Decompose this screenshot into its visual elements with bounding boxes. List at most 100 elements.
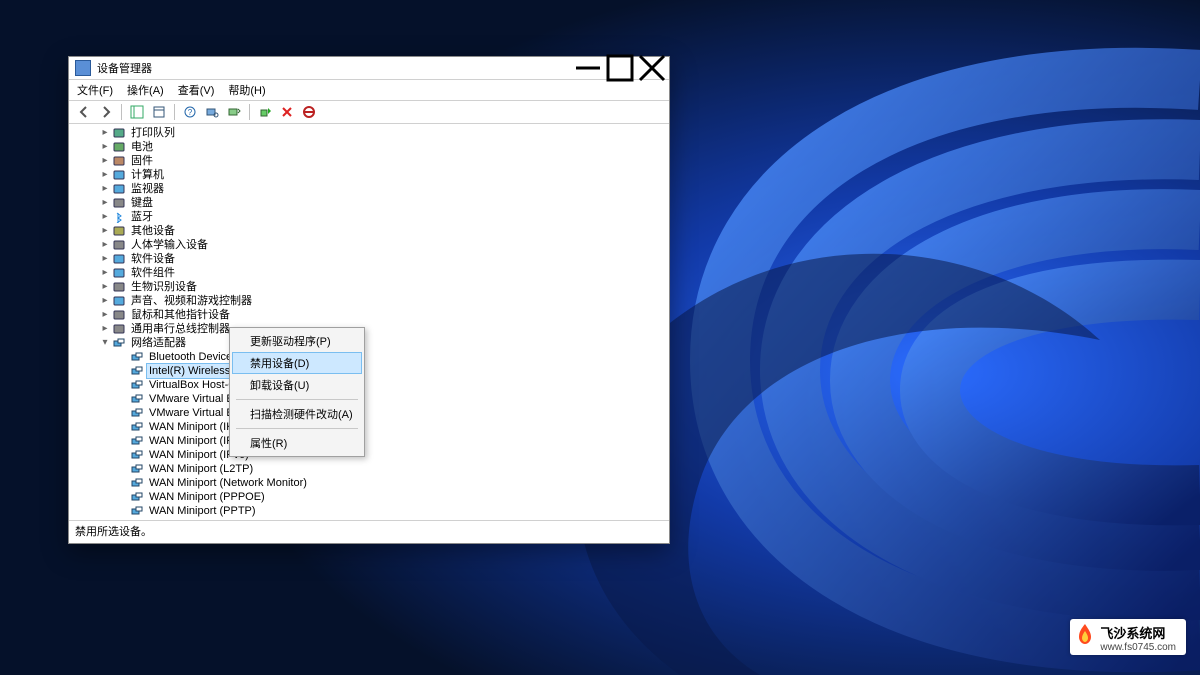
tree-label[interactable]: WAN Miniport (IP) — [147, 434, 239, 448]
net-icon — [130, 407, 144, 419]
titlebar[interactable]: 设备管理器 — [69, 57, 669, 80]
tree-node[interactable]: ▸ 通用串行总线控制器 — [73, 322, 669, 336]
help-button[interactable]: ? — [181, 103, 199, 121]
menu-view[interactable]: 查看(V) — [178, 82, 215, 98]
tree-node[interactable]: ▸ 软件组件 — [73, 266, 669, 280]
expand-toggle[interactable]: ▸ — [99, 266, 111, 280]
ctx-uninstall-device[interactable]: 卸载设备(U) — [232, 374, 362, 396]
menu-help[interactable]: 帮助(H) — [228, 82, 265, 98]
expand-toggle[interactable]: ▸ — [99, 238, 111, 252]
tree-label[interactable]: 生物识别设备 — [129, 280, 199, 294]
menu-action[interactable]: 操作(A) — [127, 82, 164, 98]
expand-toggle[interactable]: ▸ — [99, 140, 111, 154]
tree-node[interactable]: WAN Miniport (IPv6) — [73, 448, 669, 462]
scan-hardware-button[interactable] — [203, 103, 221, 121]
svg-text:?: ? — [188, 108, 193, 117]
tree-label[interactable]: 键盘 — [129, 196, 155, 210]
tree-label[interactable]: 监视器 — [129, 182, 166, 196]
tree-label[interactable]: 电池 — [129, 140, 155, 154]
tree-label[interactable]: 计算机 — [129, 168, 166, 182]
net-icon — [130, 449, 144, 461]
tree-label[interactable]: WAN Miniport (PPTP) — [147, 504, 258, 518]
expand-toggle[interactable]: ▸ — [99, 294, 111, 308]
tree-label[interactable]: 软件组件 — [129, 266, 177, 280]
tree-node[interactable]: VMware Virtual Ethernet Adap — [73, 392, 669, 406]
tree-label[interactable]: 通用串行总线控制器 — [129, 322, 232, 336]
expand-toggle[interactable]: ▸ — [99, 210, 111, 224]
tree-node[interactable]: ▸ 鼠标和其他指针设备 — [73, 308, 669, 322]
tree-node[interactable]: ▸ 软件设备 — [73, 252, 669, 266]
tree-node[interactable]: ▸ 其他设备 — [73, 224, 669, 238]
expand-toggle[interactable]: ▸ — [99, 252, 111, 266]
tree-node[interactable]: WAN Miniport (PPTP) — [73, 504, 669, 518]
properties-button[interactable] — [150, 103, 168, 121]
app-icon — [75, 60, 91, 76]
ctx-properties[interactable]: 属性(R) — [232, 432, 362, 454]
tree-node[interactable]: ▸ 生物识别设备 — [73, 280, 669, 294]
tree-node[interactable]: Bluetooth Device (Personal Area Network) — [73, 350, 669, 364]
device-tree[interactable]: ▸ 打印队列 ▸ 电池 ▸ 固件 ▸ 计算机 ▸ 监视器 ▸ 键盘 ▸ 蓝牙 ▸ 其他设备 ▸ 人体学输入设备 ▸ 软… — [69, 124, 669, 533]
expand-toggle[interactable]: ▸ — [99, 126, 111, 140]
tree-node[interactable]: WAN Miniport (PPPOE) — [73, 490, 669, 504]
show-hide-tree-button[interactable] — [128, 103, 146, 121]
back-button[interactable] — [75, 103, 93, 121]
tree-label[interactable]: 声音、视频和游戏控制器 — [129, 294, 254, 308]
tree-node[interactable]: VMware Virtual Ethernet Adap — [73, 406, 669, 420]
tree-label[interactable]: 蓝牙 — [129, 210, 155, 224]
uninstall-device-button[interactable] — [300, 103, 318, 121]
expand-toggle[interactable]: ▸ — [99, 182, 111, 196]
tree-node[interactable]: ▸ 计算机 — [73, 168, 669, 182]
tree-node[interactable]: ▸ 蓝牙 — [73, 210, 669, 224]
expand-toggle[interactable]: ▸ — [99, 168, 111, 182]
ctx-separator — [236, 399, 358, 400]
forward-button[interactable] — [97, 103, 115, 121]
maximize-button[interactable] — [605, 59, 635, 77]
desktop: 设备管理器 文件(F) 操作(A) 查看(V) 帮助(H) ? ▸ — [0, 0, 1200, 675]
tree-label[interactable]: 其他设备 — [129, 224, 177, 238]
context-menu: 更新驱动程序(P) 禁用设备(D) 卸载设备(U) 扫描检测硬件改动(A) 属性… — [229, 327, 365, 457]
tree-node[interactable]: ▸ 固件 — [73, 154, 669, 168]
tree-label[interactable]: 打印队列 — [129, 126, 177, 140]
tree-node[interactable]: ▸ 声音、视频和游戏控制器 — [73, 294, 669, 308]
tree-label[interactable]: 网络适配器 — [129, 336, 188, 350]
ctx-disable-device[interactable]: 禁用设备(D) — [232, 352, 362, 374]
tree-node[interactable]: ▸ 打印队列 — [73, 126, 669, 140]
net-icon — [130, 505, 144, 517]
expand-toggle[interactable]: ▸ — [99, 322, 111, 336]
menu-file[interactable]: 文件(F) — [77, 82, 113, 98]
tree-label[interactable]: WAN Miniport (L2TP) — [147, 462, 255, 476]
expand-toggle[interactable]: ▸ — [99, 280, 111, 294]
tree-node[interactable]: ▸ 电池 — [73, 140, 669, 154]
soft-icon — [112, 253, 126, 265]
tree-label[interactable]: 鼠标和其他指针设备 — [129, 308, 232, 322]
tree-label[interactable]: 软件设备 — [129, 252, 177, 266]
tree-node[interactable]: ▸ 监视器 — [73, 182, 669, 196]
tree-node[interactable]: WAN Miniport (IKEv2) — [73, 420, 669, 434]
tree-node[interactable]: WAN Miniport (Network Monitor) — [73, 476, 669, 490]
enable-device-button[interactable] — [256, 103, 274, 121]
ctx-scan-hardware[interactable]: 扫描检测硬件改动(A) — [232, 403, 362, 425]
tree-node[interactable]: ▾ 网络适配器 — [73, 336, 669, 350]
expand-toggle[interactable]: ▸ — [99, 308, 111, 322]
update-driver-button[interactable] — [225, 103, 243, 121]
tree-node[interactable]: Intel(R) Wireless-AC 9260 160 — [73, 364, 669, 378]
tree-label[interactable]: WAN Miniport (PPPOE) — [147, 490, 267, 504]
close-button[interactable] — [637, 59, 667, 77]
tree-label[interactable]: 固件 — [129, 154, 155, 168]
tree-node[interactable]: ▸ 人体学输入设备 — [73, 238, 669, 252]
expand-toggle[interactable]: ▾ — [99, 336, 111, 350]
tree-node[interactable]: VirtualBox Host-Only Ethernet — [73, 378, 669, 392]
minimize-button[interactable] — [573, 59, 603, 77]
tree-node[interactable]: ▸ 键盘 — [73, 196, 669, 210]
disable-device-button[interactable] — [278, 103, 296, 121]
tree-label[interactable]: WAN Miniport (Network Monitor) — [147, 476, 309, 490]
tree-label[interactable]: 人体学输入设备 — [129, 238, 210, 252]
ctx-update-driver[interactable]: 更新驱动程序(P) — [232, 330, 362, 352]
expand-toggle[interactable]: ▸ — [99, 196, 111, 210]
status-text: 禁用所选设备。 — [75, 526, 152, 538]
expand-toggle[interactable]: ▸ — [99, 224, 111, 238]
tree-node[interactable]: WAN Miniport (IP) — [73, 434, 669, 448]
window-title: 设备管理器 — [97, 60, 571, 76]
expand-toggle[interactable]: ▸ — [99, 154, 111, 168]
tree-node[interactable]: WAN Miniport (L2TP) — [73, 462, 669, 476]
